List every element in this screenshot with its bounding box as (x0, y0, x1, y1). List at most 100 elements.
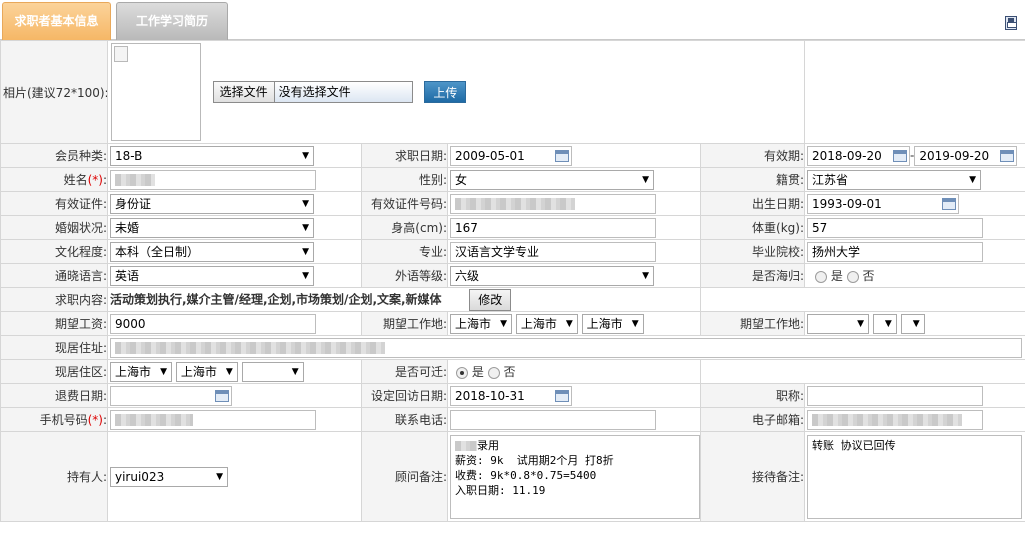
relocate-empty (699, 359, 1025, 384)
advisor-note-textarea[interactable]: 录用 薪资: 9k 试用期2个月 打8折 收费: 9k*0.8*0.75=540… (450, 434, 700, 519)
chevron-down-icon: ▼ (500, 318, 507, 329)
relocate-label: 是否可迁: (361, 359, 448, 384)
relocate-yes-radio[interactable] (456, 366, 468, 379)
job-content-text: 活动策划执行,媒介主管/经理,企划,市场策划/企划,文案,新媒体 (110, 292, 442, 306)
chevron-down-icon: ▼ (302, 198, 309, 209)
foreign-level-label: 外语等级: (361, 263, 448, 288)
work-place-1-province[interactable]: 上海市 ▼ (450, 313, 512, 334)
work-place-label-2: 期望工作地: (699, 311, 806, 336)
education-select[interactable]: 本科（全日制） ▼ (110, 241, 314, 262)
revisit-date-label: 设定回访日期: (361, 383, 448, 408)
apply-date-field[interactable]: 2009-05-01 (450, 145, 572, 166)
work-place-1-district[interactable]: 上海市 ▼ (581, 313, 644, 334)
education-label: 文化程度: (0, 239, 108, 264)
district-city[interactable]: 上海市 ▼ (175, 361, 238, 382)
save-icon[interactable] (1005, 16, 1017, 30)
foreign-level-select[interactable]: 六级 ▼ (450, 265, 654, 286)
language-label: 通晓语言: (0, 263, 108, 288)
relocate-yes-label: 是 (471, 365, 484, 379)
relocate-no-label: 否 (503, 365, 516, 379)
overseas-label: 是否海归: (699, 263, 806, 288)
address-input[interactable] (110, 337, 1022, 358)
holder-label: 持有人: (0, 431, 108, 522)
calendar-icon[interactable] (942, 197, 957, 210)
school-input[interactable]: 扬州大学 (807, 241, 984, 262)
revisit-date-field[interactable]: 2018-10-31 (450, 385, 572, 406)
valid-from-field[interactable]: 2018-09-20 (807, 145, 911, 166)
refund-date-label: 退费日期: (0, 383, 108, 408)
id-type-select[interactable]: 身份证 ▼ (110, 193, 314, 214)
chevron-down-icon: ▼ (642, 270, 649, 281)
calendar-icon[interactable] (215, 389, 229, 402)
member-type-select[interactable]: 18-B ▼ (110, 145, 314, 166)
chevron-down-icon: ▼ (160, 366, 167, 377)
chevron-down-icon: ▼ (225, 366, 233, 377)
weight-input[interactable]: 57 (807, 217, 984, 238)
photo-empty-cell (804, 40, 1025, 144)
file-name: 没有选择文件 (278, 85, 351, 99)
id-number-input[interactable] (450, 193, 656, 214)
name-label: 姓名(*): (0, 167, 108, 192)
language-select[interactable]: 英语 ▼ (110, 265, 314, 286)
name-input[interactable] (110, 169, 316, 190)
upload-button[interactable]: 上传 (424, 81, 467, 103)
calendar-icon[interactable] (1000, 149, 1015, 162)
choose-file-button[interactable]: 选择文件 (213, 82, 275, 102)
birth-date-field[interactable]: 1993-09-01 (807, 193, 960, 214)
chevron-down-icon: ▼ (291, 366, 299, 377)
work-place-1-city[interactable]: 上海市 ▼ (515, 313, 578, 334)
redacted-address (115, 342, 385, 354)
chevron-down-icon: ▼ (302, 270, 309, 281)
refund-date-field[interactable] (110, 385, 232, 406)
chevron-down-icon: ▼ (857, 318, 865, 329)
gender-select[interactable]: 女 ▼ (450, 169, 654, 190)
calendar-icon[interactable] (555, 149, 569, 162)
chevron-down-icon: ▼ (302, 150, 309, 161)
email-input[interactable] (807, 409, 984, 430)
job-content-label: 求职内容: (0, 287, 108, 312)
advisor-note-label: 顾问备注: (361, 431, 448, 522)
edit-job-content-button[interactable]: 修改 (469, 288, 512, 311)
file-chooser[interactable]: 选择文件 没有选择文件 (212, 81, 413, 103)
overseas-no-radio[interactable] (846, 270, 859, 283)
job-title-input[interactable] (807, 385, 984, 406)
tab-basic-info[interactable]: 求职者基本信息 (2, 2, 111, 40)
tab-resume[interactable]: 工作学习简历 (116, 2, 228, 40)
marital-status-label: 婚姻状况: (0, 215, 108, 240)
district-label: 现居住区: (0, 359, 108, 384)
marital-status-select[interactable]: 未婚 ▼ (110, 217, 314, 238)
height-label: 身高(cm): (361, 215, 448, 240)
native-place-select[interactable]: 江苏省 ▼ (807, 169, 982, 190)
work-place-2-province[interactable]: ▼ (807, 313, 870, 334)
chevron-down-icon: ▼ (302, 222, 309, 233)
overseas-yes-radio[interactable] (815, 270, 828, 283)
work-place-2-city[interactable]: ▼ (872, 313, 897, 334)
job-content-empty (699, 287, 1025, 312)
weight-label: 体重(kg): (699, 215, 806, 240)
reception-note-textarea[interactable]: 转账 协议已回传 (807, 434, 1023, 519)
chevron-down-icon: ▼ (969, 174, 977, 185)
mobile-label: 手机号码(*): (0, 407, 108, 432)
address-label: 现居住址: (0, 335, 108, 360)
salary-label: 期望工资: (0, 311, 108, 336)
district-province[interactable]: 上海市 ▼ (110, 361, 172, 382)
relocate-no-radio[interactable] (487, 366, 500, 379)
chevron-down-icon: ▼ (216, 471, 223, 482)
valid-to-field[interactable]: 2019-09-20 (914, 145, 1018, 166)
work-place-2-district[interactable]: ▼ (900, 313, 925, 334)
phone-input[interactable] (450, 409, 656, 430)
valid-period-label: 有效期: (699, 143, 806, 168)
holder-select[interactable]: yirui023 ▼ (110, 466, 228, 487)
height-input[interactable]: 167 (450, 217, 656, 238)
gender-label: 性别: (361, 167, 448, 192)
district-area[interactable]: ▼ (241, 361, 304, 382)
chevron-down-icon: ▼ (631, 318, 639, 329)
id-type-label: 有效证件: (0, 191, 108, 216)
calendar-icon[interactable] (555, 389, 569, 402)
major-input[interactable]: 汉语言文学专业 (450, 241, 656, 262)
salary-input[interactable]: 9000 (110, 313, 316, 334)
mobile-input[interactable] (110, 409, 316, 430)
calendar-icon[interactable] (893, 149, 908, 162)
overseas-yes-label: 是 (830, 269, 843, 283)
apply-date-label: 求职日期: (361, 143, 448, 168)
